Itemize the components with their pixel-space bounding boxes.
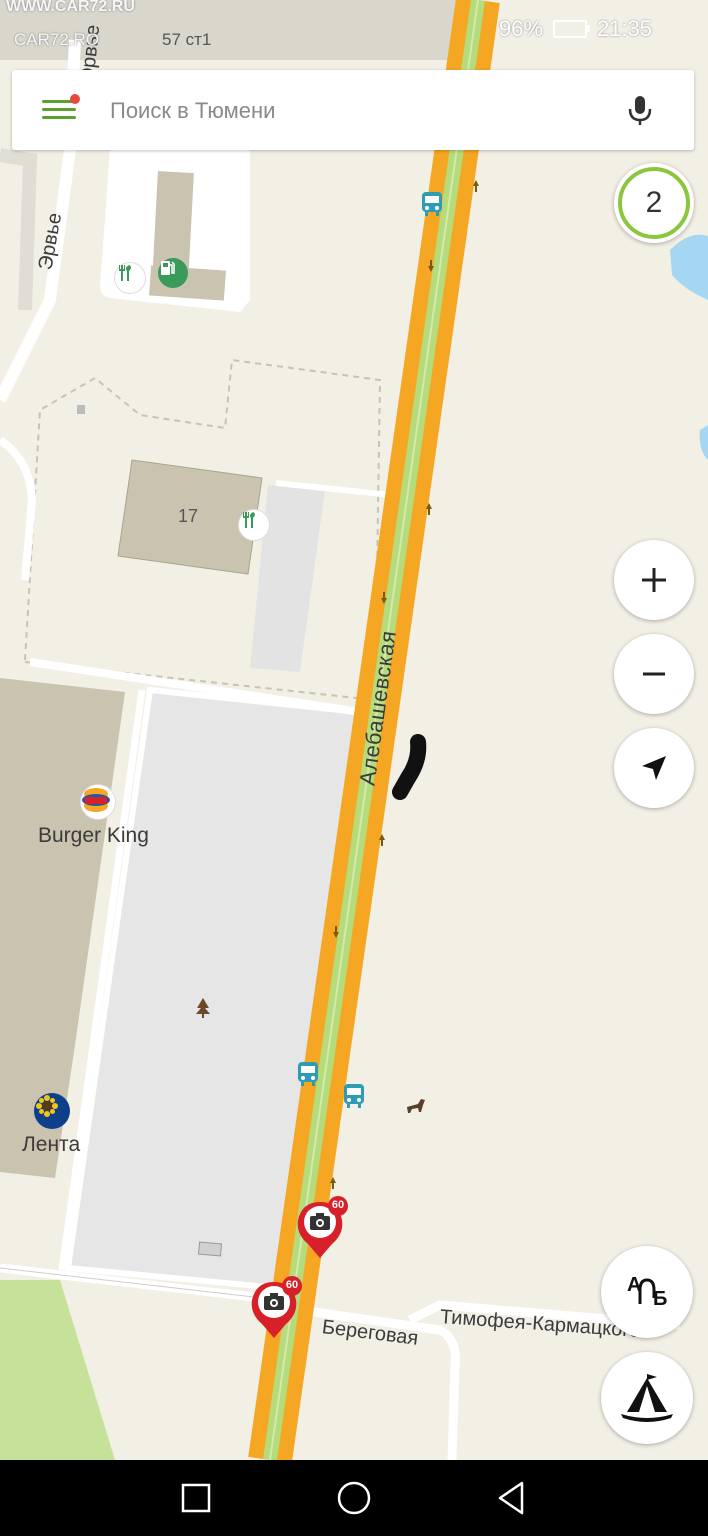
map-view[interactable]: Burger King Лента 17 57 ст1 КП Алебашевс… xyxy=(0,0,708,1460)
traffic-level-value: 2 xyxy=(618,167,690,239)
hamburger-menu-icon[interactable] xyxy=(42,94,80,122)
dog-icon xyxy=(407,1099,425,1113)
speed-camera-marker[interactable]: 60 xyxy=(248,1276,308,1340)
road-minor-1 xyxy=(0,436,37,581)
search-input[interactable] xyxy=(108,90,592,132)
my-location-button[interactable] xyxy=(614,728,694,808)
route-label-b: Б xyxy=(653,1288,668,1310)
lake-1 xyxy=(670,234,708,300)
watermark-small: CAR72.RO xyxy=(14,30,100,49)
battery-icon xyxy=(552,20,590,38)
bus-stop-icon[interactable] xyxy=(296,1060,320,1088)
building-number-17: 17 xyxy=(178,506,199,526)
search-bar[interactable] xyxy=(12,70,694,150)
system-navigation-bar xyxy=(0,1460,708,1536)
speed-camera-marker[interactable]: 60 xyxy=(294,1196,354,1260)
tilt-3d-button[interactable] xyxy=(601,1352,693,1444)
lenta-logo-icon[interactable] xyxy=(34,1093,70,1129)
status-right: 96% 21:35 xyxy=(499,16,652,42)
small-object-2 xyxy=(197,1241,223,1257)
map-canvas[interactable] xyxy=(0,0,708,1460)
poi-label-burger-king[interactable]: Burger King xyxy=(38,824,149,848)
recents-icon[interactable] xyxy=(176,1478,216,1518)
route-button[interactable]: А Б xyxy=(601,1246,693,1338)
bus-stop-icon[interactable] xyxy=(420,190,444,218)
microphone-icon[interactable] xyxy=(622,92,658,128)
car-service-icon[interactable] xyxy=(114,262,146,294)
fuel-station-icon[interactable] xyxy=(158,258,188,288)
battery-percent: 96% xyxy=(498,16,543,41)
bus-stop-icon[interactable] xyxy=(342,1082,366,1110)
car-service-icon[interactable] xyxy=(238,509,270,541)
minus-icon xyxy=(643,672,665,676)
zoom-out-button[interactable] xyxy=(614,634,694,714)
back-icon[interactable] xyxy=(492,1478,532,1518)
clock: 21:35 xyxy=(596,16,652,41)
notification-dot xyxy=(70,94,80,104)
plus-icon xyxy=(642,568,666,592)
zoom-in-button[interactable] xyxy=(614,540,694,620)
burger-king-logo-icon[interactable] xyxy=(80,784,116,820)
home-icon[interactable] xyxy=(334,1478,374,1518)
small-object xyxy=(77,405,85,414)
poi-label-lenta[interactable]: Лента xyxy=(22,1133,80,1157)
lake-2 xyxy=(699,425,708,460)
grass-area xyxy=(0,1280,115,1460)
status-bar: WWW.CAR72.RU CAR72.RO 96% 21:35 xyxy=(0,0,708,56)
speed-limit-badge: 60 xyxy=(331,1199,345,1211)
speed-limit-badge: 60 xyxy=(285,1279,299,1291)
user-marker-scribble xyxy=(392,734,427,800)
traffic-level-button[interactable]: 2 xyxy=(614,163,694,243)
route-label-a: А xyxy=(627,1274,642,1296)
tent-3d-icon xyxy=(621,1374,673,1422)
watermark: WWW.CAR72.RU xyxy=(6,0,135,15)
navigation-arrow-icon xyxy=(642,756,666,780)
